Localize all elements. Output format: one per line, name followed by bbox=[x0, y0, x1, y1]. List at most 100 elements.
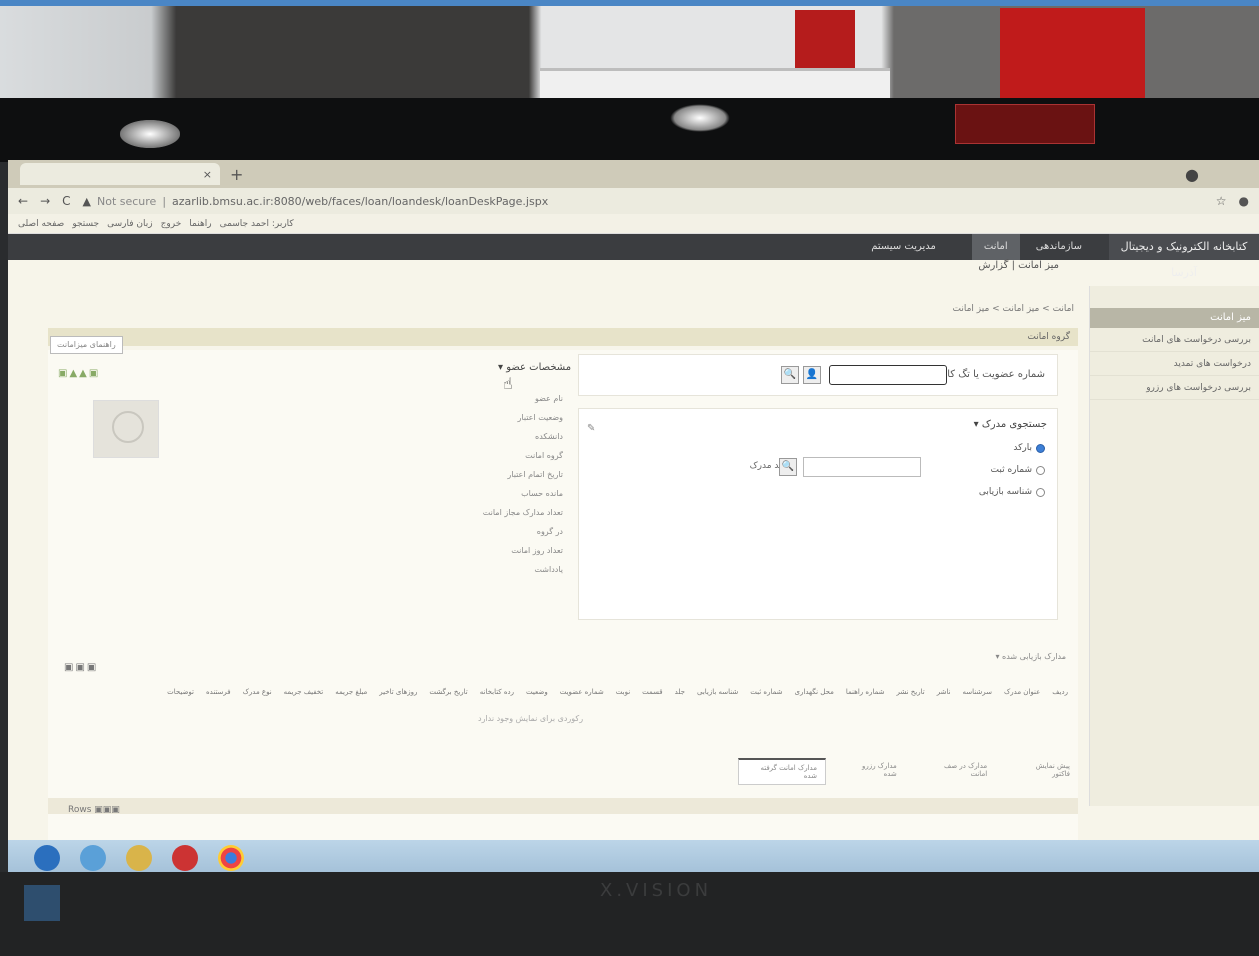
pager[interactable]: Rows ▣▣▣ bbox=[68, 805, 120, 815]
document-barcode-input[interactable] bbox=[803, 457, 921, 477]
radio-icon[interactable] bbox=[1036, 443, 1045, 453]
tab-reserved[interactable]: مدارک رزرو شده bbox=[840, 758, 905, 785]
member-field: تعداد روز امانت bbox=[511, 546, 563, 555]
toolbar-links: صفحه اصلی جستجو زبان فارسی خروج راهنما ک… bbox=[8, 214, 1259, 234]
logout-link[interactable]: خروج bbox=[161, 219, 182, 229]
radio-barcode[interactable]: بارکد bbox=[1013, 443, 1045, 453]
column-header[interactable]: مبلغ جریمه bbox=[335, 688, 367, 696]
column-header[interactable]: سرشناسه bbox=[963, 688, 992, 696]
column-header[interactable]: ردیف bbox=[1052, 688, 1068, 696]
url-field[interactable]: ▲ Not secure | azarlib.bmsu.ac.ir:8080/w… bbox=[83, 195, 1204, 208]
column-header[interactable]: ناشر bbox=[937, 688, 951, 696]
column-header[interactable]: عنوان مدرک bbox=[1004, 688, 1040, 696]
member-number-input[interactable] bbox=[829, 365, 947, 385]
breadcrumb[interactable]: امانت > میز امانت > میز امانت bbox=[953, 304, 1074, 314]
bottom-strip bbox=[48, 798, 1078, 814]
column-header[interactable]: روزهای تاخیر bbox=[379, 688, 417, 696]
address-bar: ← → C ▲ Not secure | azarlib.bmsu.ac.ir:… bbox=[8, 188, 1259, 214]
search-icon[interactable]: 🔍 bbox=[781, 366, 799, 384]
user-icon[interactable]: 👤 bbox=[803, 366, 821, 384]
column-header[interactable]: شماره عضویت bbox=[560, 688, 604, 696]
column-header[interactable]: تخفیف جریمه bbox=[284, 688, 324, 696]
media-icon[interactable] bbox=[172, 844, 198, 871]
start-icon[interactable] bbox=[34, 844, 60, 871]
edit-icon[interactable]: ✎ bbox=[587, 423, 595, 434]
member-fields: نام عضو وضعیت اعتبار دانشکده گروه امانت … bbox=[453, 394, 563, 584]
column-header[interactable]: شناسه بازیابی bbox=[697, 688, 738, 696]
member-field: در گروه bbox=[536, 527, 563, 536]
member-field: دانشکده bbox=[535, 432, 563, 441]
reload-icon[interactable]: C bbox=[62, 194, 70, 208]
user-link[interactable]: کاربر: احمد جاسمی bbox=[220, 219, 294, 229]
member-field: تاریخ اتمام اعتبار bbox=[507, 470, 563, 479]
radio-icon[interactable] bbox=[1036, 465, 1045, 475]
security-label: Not secure bbox=[96, 194, 157, 208]
table-title[interactable]: ▾ مدارک بازیابی شده bbox=[995, 652, 1066, 661]
new-tab-icon[interactable]: + bbox=[230, 165, 243, 184]
sidebar: میز امانت بررسی درخواست های امانت درخواس… bbox=[1089, 286, 1259, 806]
column-header[interactable]: وضعیت bbox=[526, 688, 548, 696]
back-icon[interactable]: ← bbox=[18, 194, 28, 208]
folder-icon[interactable] bbox=[126, 844, 152, 871]
table-action-icons[interactable]: ▣▣▣ bbox=[64, 662, 98, 673]
explorer-icon[interactable] bbox=[80, 844, 106, 871]
sidebar-item-loan-requests[interactable]: بررسی درخواست های امانت bbox=[1090, 328, 1259, 352]
browser-tab[interactable]: × bbox=[20, 163, 220, 185]
radio-label: شناسه بازیابی bbox=[978, 487, 1032, 497]
chrome-icon[interactable] bbox=[218, 844, 244, 871]
radio-retrieval-id[interactable]: شناسه بازیابی bbox=[979, 487, 1045, 497]
loan-desk-panel: راهنمای میزامانت ▣▲▲▣ ▾ مشخصات عضو ☝ نام… bbox=[48, 336, 1078, 875]
column-header[interactable]: رده کتابخانه bbox=[480, 688, 514, 696]
column-header[interactable]: شماره راهنما bbox=[846, 688, 885, 696]
shelf bbox=[540, 68, 890, 100]
column-header[interactable]: شماره ثبت bbox=[750, 688, 782, 696]
member-search-label: شماره عضویت یا تگ کارت bbox=[932, 369, 1045, 380]
column-header[interactable]: تاریخ برگشت bbox=[429, 688, 467, 696]
nav-system-admin[interactable]: مدیریت سیستم bbox=[859, 234, 948, 260]
column-header[interactable]: توضیحات bbox=[167, 688, 194, 696]
radio-label: شماره ثبت bbox=[990, 465, 1032, 475]
account-icon[interactable]: ● bbox=[1239, 194, 1249, 208]
member-photo bbox=[93, 400, 159, 458]
star-icon[interactable]: ☆ bbox=[1216, 194, 1227, 208]
member-action-icons[interactable]: ▣▲▲▣ bbox=[58, 368, 100, 379]
radio-icon[interactable] bbox=[1036, 487, 1045, 497]
red-object bbox=[1000, 8, 1145, 100]
member-section-title[interactable]: ▾ مشخصات عضو bbox=[498, 362, 571, 373]
language-link[interactable]: زبان فارسی bbox=[107, 219, 153, 229]
tab-queue[interactable]: مدارک در صف امانت bbox=[919, 758, 995, 785]
close-icon[interactable]: × bbox=[203, 168, 212, 181]
column-header[interactable]: نوع مدرک bbox=[243, 688, 272, 696]
main-nav: سازماندهی امانت مدیریت سیستم bbox=[859, 234, 1094, 260]
home-link[interactable]: صفحه اصلی bbox=[18, 219, 64, 229]
member-search-box: شماره عضویت یا تگ کارت 👤 🔍 bbox=[578, 354, 1058, 396]
monitor-brand: X.VISION bbox=[600, 880, 713, 901]
app-header: کتابخانه الکترونیک و دیجیتال آذرسا سازما… bbox=[8, 234, 1259, 279]
member-field: نام عضو bbox=[534, 394, 563, 403]
profile-icon[interactable]: ● bbox=[1185, 165, 1199, 184]
sidebar-header: میز امانت bbox=[1090, 308, 1259, 328]
column-header[interactable]: تاریخ نشر bbox=[897, 688, 925, 696]
document-search-title[interactable]: ▾ جستجوی مدرک bbox=[974, 419, 1047, 430]
nav-cataloging[interactable]: سازماندهی bbox=[1024, 234, 1094, 260]
search-link[interactable]: جستجو bbox=[72, 219, 99, 229]
column-header[interactable]: جلد bbox=[675, 688, 685, 696]
radio-label: بارکد bbox=[1013, 443, 1032, 453]
help-link[interactable]: راهنما bbox=[189, 219, 211, 229]
nav-loan[interactable]: امانت bbox=[971, 234, 1020, 260]
radio-register-number[interactable]: شماره ثبت bbox=[991, 465, 1045, 475]
column-header[interactable]: نوبت bbox=[616, 688, 630, 696]
sticker bbox=[955, 104, 1095, 144]
sidebar-item-renewals[interactable]: درخواست های تمدید bbox=[1090, 352, 1259, 376]
search-icon[interactable]: 🔍 bbox=[779, 458, 797, 476]
help-button[interactable]: راهنمای میزامانت bbox=[50, 336, 123, 354]
taskbar bbox=[8, 840, 1259, 875]
column-header[interactable]: قسمت bbox=[642, 688, 663, 696]
forward-icon[interactable]: → bbox=[40, 194, 50, 208]
page-subheader[interactable]: میز امانت | گزارش bbox=[978, 260, 1059, 271]
column-header[interactable]: فرستنده bbox=[206, 688, 231, 696]
sidebar-item-reservations[interactable]: بررسی درخواست های رزرو bbox=[1090, 376, 1259, 400]
column-header[interactable]: محل نگهداری bbox=[795, 688, 834, 696]
tab-invoice-preview[interactable]: پیش نمایش فاکتور bbox=[1009, 758, 1078, 785]
tab-borrowed[interactable]: مدارک امانت گرفته شده bbox=[738, 758, 826, 785]
